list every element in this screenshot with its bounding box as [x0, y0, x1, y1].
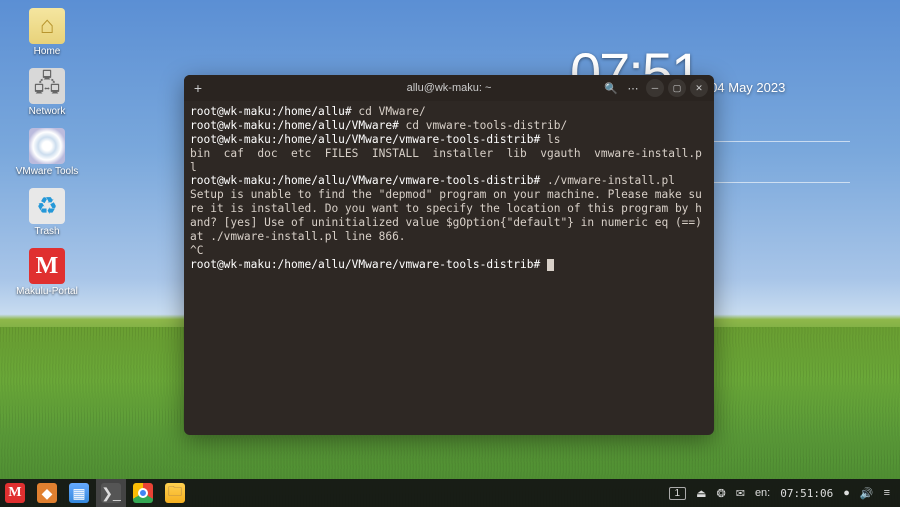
window-close-button[interactable]: ✕ — [690, 79, 708, 97]
icon-label: Network — [29, 106, 66, 117]
network-icon: 🖧 — [29, 68, 65, 104]
tray-eject-icon[interactable]: ⏏ — [696, 487, 706, 500]
taskbar-chrome[interactable] — [128, 479, 158, 507]
terminal-icon: ❯_ — [101, 483, 121, 503]
taskbar-makulu-menu[interactable]: M — [0, 479, 30, 507]
desktop-icon-network[interactable]: 🖧 Network — [8, 68, 86, 126]
tray-network-label[interactable]: en: — [755, 487, 770, 499]
terminal-search-button[interactable]: 🔍 — [602, 79, 620, 97]
taskbar-terminal[interactable]: ❯_ — [96, 479, 126, 507]
terminal-new-tab-button[interactable]: + — [184, 80, 212, 96]
desktop-icon-vmware-tools[interactable]: ● VMware Tools — [8, 128, 86, 186]
tray-accessibility-icon[interactable]: ❂ — [717, 487, 726, 500]
icon-label: Trash — [34, 226, 59, 237]
terminal-menu-button[interactable]: ⋯ — [624, 79, 642, 97]
taskbar-clock[interactable]: 07:51:06 — [780, 487, 833, 500]
icon-label: Makulu-Portal — [16, 286, 78, 297]
desktop-icons: ⌂ Home 🖧 Network ● VMware Tools ♻ Trash … — [8, 8, 86, 308]
trash-icon: ♻ — [29, 188, 65, 224]
makulu-icon: M — [5, 483, 25, 503]
tray-notification-icon[interactable]: ✉ — [736, 487, 745, 500]
taskbar: M ◆ ▦ ❯_ 🗀 1 ⏏ ❂ ✉ en: 07:51:06 ● 🔊 ≡ — [0, 479, 900, 507]
tray-menu-icon[interactable]: ≡ — [884, 487, 890, 499]
window-minimize-button[interactable]: ─ — [646, 79, 664, 97]
desktop-icon-trash[interactable]: ♻ Trash — [8, 188, 86, 246]
taskbar-files[interactable]: 🗀 — [160, 479, 190, 507]
icon-label: VMware Tools — [16, 166, 79, 177]
makulu-icon: M — [29, 248, 65, 284]
terminal-window[interactable]: + allu@wk-maku: ~ 🔍 ⋯ ─ ▢ ✕ root@wk-maku… — [184, 75, 714, 435]
terminal-body[interactable]: root@wk-maku:/home/allu# cd VMware/root@… — [184, 101, 714, 435]
desktop-icon-home[interactable]: ⌂ Home — [8, 8, 86, 66]
taskbar-app-1[interactable]: ◆ — [32, 479, 62, 507]
tray-bullet-icon[interactable]: ● — [843, 487, 850, 499]
tray-volume-icon[interactable]: 🔊 — [860, 487, 874, 500]
app-icon: ◆ — [37, 483, 57, 503]
icon-label: Home — [34, 46, 61, 57]
folder-home-icon: ⌂ — [29, 8, 65, 44]
taskbar-apps[interactable]: ▦ — [64, 479, 94, 507]
desktop-icon-makulu-portal[interactable]: M Makulu-Portal — [8, 248, 86, 306]
files-icon: 🗀 — [165, 483, 185, 503]
window-maximize-button[interactable]: ▢ — [668, 79, 686, 97]
terminal-titlebar[interactable]: + allu@wk-maku: ~ 🔍 ⋯ ─ ▢ ✕ — [184, 75, 714, 101]
apps-icon: ▦ — [69, 483, 89, 503]
workspace-indicator[interactable]: 1 — [669, 487, 687, 500]
chrome-icon — [133, 483, 153, 503]
clock-month-year: May 2023 — [728, 80, 785, 95]
disc-icon: ● — [29, 128, 65, 164]
